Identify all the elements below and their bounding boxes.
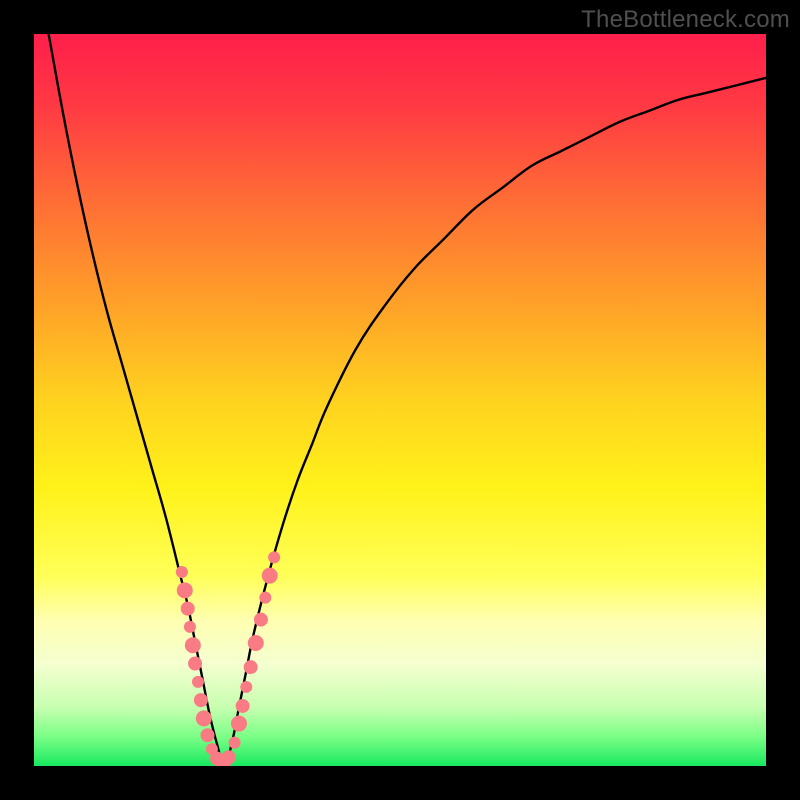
highlight-dot <box>196 710 212 726</box>
watermark-label: TheBottleneck.com <box>581 6 790 34</box>
chart-background <box>34 34 766 766</box>
highlight-dot <box>188 657 202 671</box>
highlight-dot <box>185 637 201 653</box>
highlight-dot <box>229 737 241 749</box>
highlight-dot <box>240 681 252 693</box>
highlight-dot <box>244 660 258 674</box>
highlight-dot <box>236 699 250 713</box>
highlight-dot <box>248 635 264 651</box>
chart-plot-area <box>34 34 766 766</box>
highlight-dot <box>200 728 214 742</box>
highlight-dot <box>231 716 247 732</box>
highlight-dot <box>268 551 280 563</box>
highlight-dot <box>259 592 271 604</box>
highlight-dot <box>177 582 193 598</box>
highlight-dot <box>176 566 188 578</box>
chart-frame: TheBottleneck.com <box>0 0 800 800</box>
highlight-dot <box>192 676 204 688</box>
highlight-dot <box>254 613 268 627</box>
highlight-dot <box>184 621 196 633</box>
highlight-dot <box>262 568 278 584</box>
highlight-dot <box>181 602 195 616</box>
chart-svg <box>34 34 766 766</box>
highlight-dot <box>194 693 208 707</box>
highlight-dot <box>222 750 236 764</box>
